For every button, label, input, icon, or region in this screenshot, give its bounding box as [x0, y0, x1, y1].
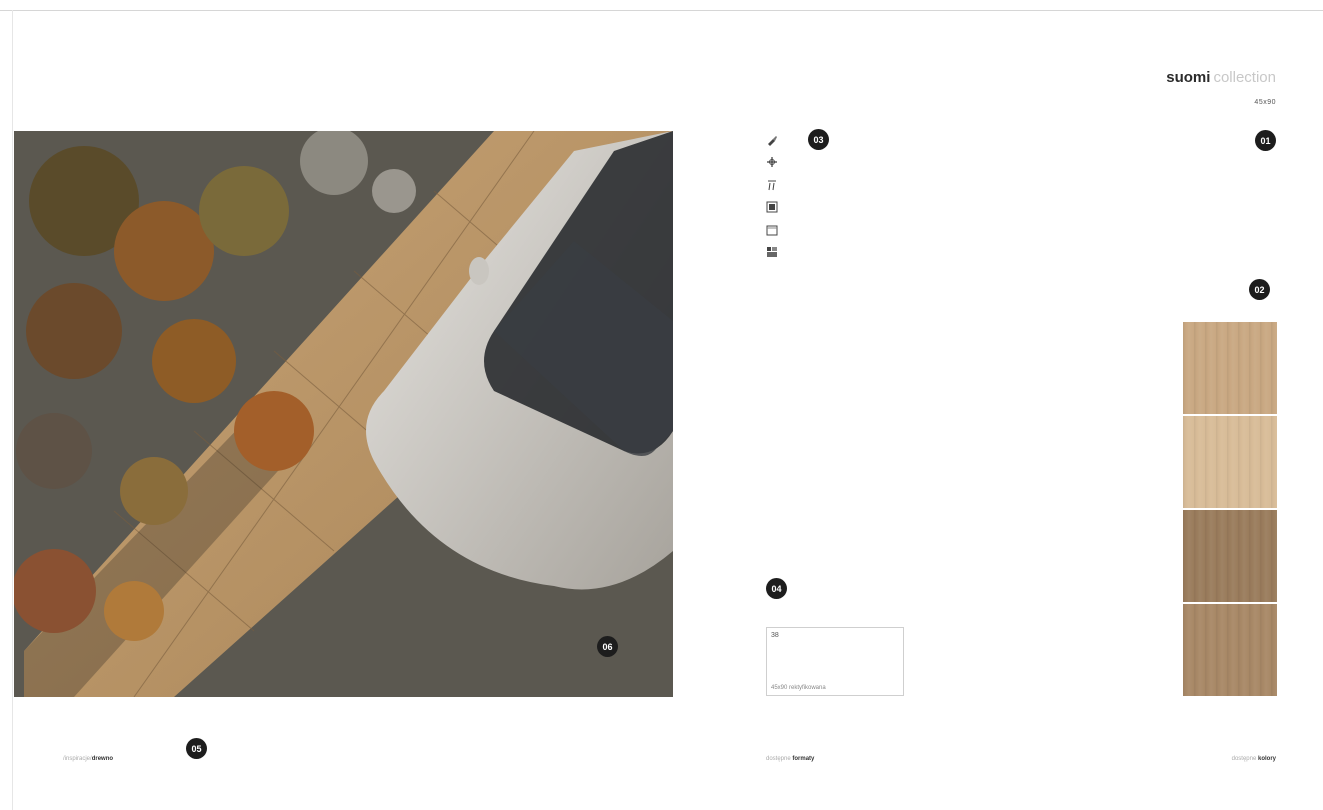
pattern-icon	[767, 247, 777, 257]
tile-icon	[766, 201, 778, 213]
footer-formats-prefix: dostępne	[766, 756, 793, 762]
rectified-icon	[768, 180, 776, 191]
format-thickness: 38	[771, 632, 779, 639]
page-top-edge	[0, 0, 1323, 11]
footer-colors: dostępne kolory	[1232, 756, 1276, 762]
color-swatches	[1183, 322, 1277, 696]
brush-icon	[768, 136, 777, 146]
collection-title: suomi collection	[1166, 69, 1276, 86]
color-swatch[interactable]	[1183, 510, 1277, 602]
marker-01: 01	[1255, 130, 1276, 151]
frost-icon	[767, 157, 777, 167]
footer-formats-label: formaty	[792, 756, 815, 762]
collection-word: collection	[1213, 69, 1276, 86]
page-left-edge	[0, 10, 13, 810]
marker-02: 02	[1249, 279, 1270, 300]
color-swatch[interactable]	[1183, 322, 1277, 414]
driveway-car-scene	[14, 131, 673, 697]
inspiration-photo: 06	[14, 131, 673, 697]
color-swatch[interactable]	[1183, 604, 1277, 696]
format-card[interactable]: 38 45x90 rektyfikowana	[766, 627, 904, 696]
collection-name: suomi	[1166, 69, 1211, 86]
color-swatch[interactable]	[1183, 416, 1277, 508]
footer-colors-prefix: dostępne	[1231, 756, 1258, 762]
footer-colors-label: kolory	[1257, 756, 1276, 762]
footer-breadcrumb-current: drewno	[91, 756, 114, 762]
marker-06: 06	[597, 636, 618, 657]
footer-breadcrumb-prefix: /inspiracje/	[63, 756, 92, 762]
footer-breadcrumb: /inspiracje/drewno	[63, 756, 113, 762]
surface-icon	[766, 225, 778, 236]
marker-05: 05	[186, 738, 207, 759]
collection-size: 45x90	[1254, 99, 1276, 106]
marker-03: 03	[808, 129, 829, 150]
marker-04: 04	[766, 578, 787, 599]
footer-formats: dostępne formaty	[766, 756, 814, 762]
format-description: 45x90 rektyfikowana	[771, 685, 826, 691]
